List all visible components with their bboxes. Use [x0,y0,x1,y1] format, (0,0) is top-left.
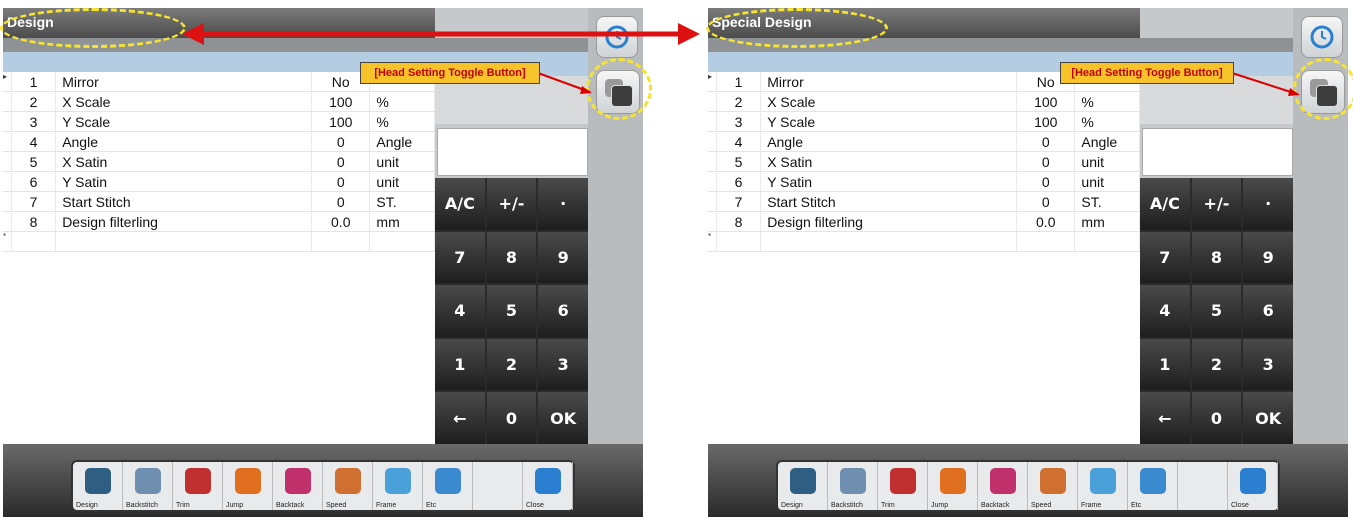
callout-pointer-right [1231,72,1298,95]
callout-label-left: [Head Setting Toggle Button] [360,62,540,84]
arrow-head-right [678,23,700,45]
arrow-head-left [182,23,204,45]
callout-label-right: [Head Setting Toggle Button] [1060,62,1234,84]
